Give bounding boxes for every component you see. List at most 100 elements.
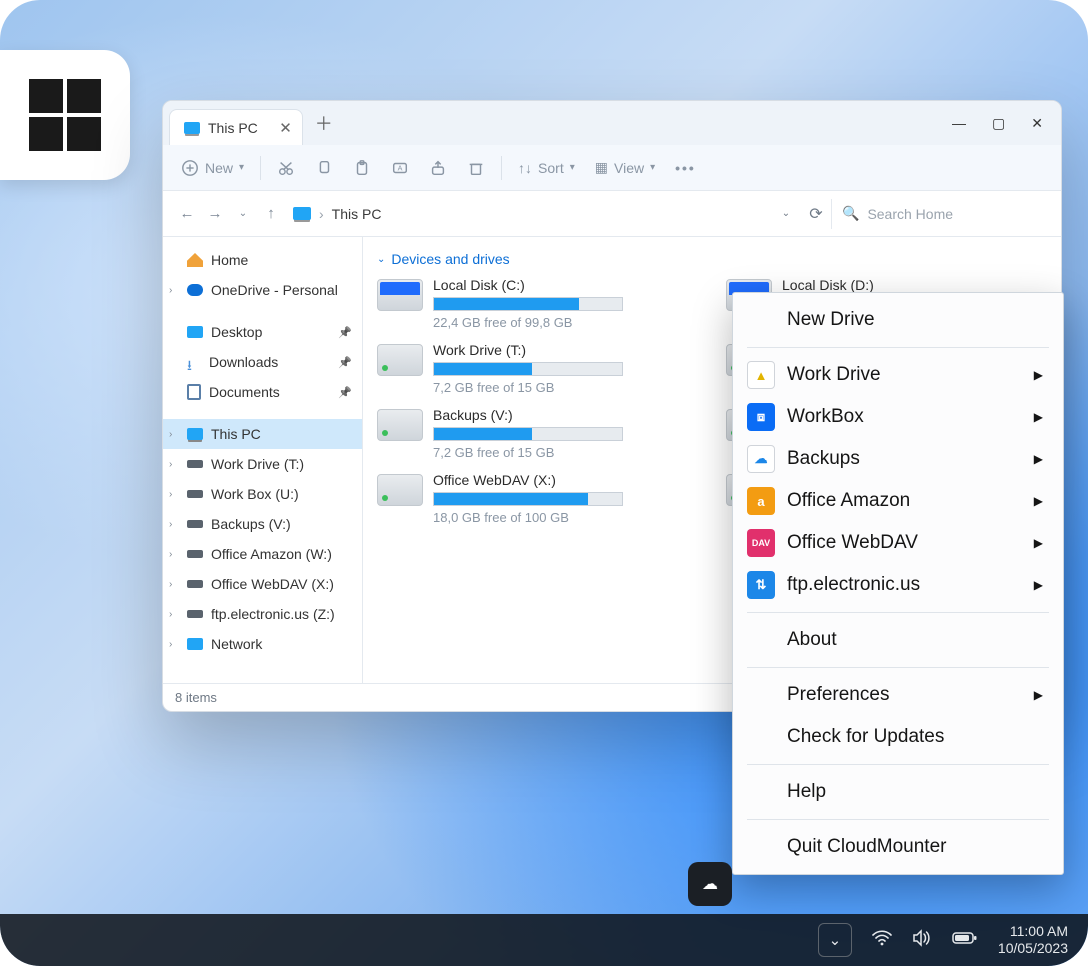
- close-button[interactable]: ✕: [1031, 115, 1043, 132]
- back-button[interactable]: ←: [173, 205, 201, 222]
- sidebar-item-ftp[interactable]: ›ftp.electronic.us (Z:): [163, 599, 362, 629]
- windows-logo-icon: [29, 79, 101, 151]
- tray-app-cloudmounter[interactable]: ☁: [688, 862, 732, 906]
- sidebar-item-documents[interactable]: Documents: [163, 377, 362, 407]
- menu-updates[interactable]: Check for Updates: [733, 716, 1063, 758]
- breadcrumb-sep: ›: [319, 206, 324, 222]
- drive-free-text: 7,2 GB free of 15 GB: [433, 445, 623, 460]
- sidebar-item-workbox[interactable]: ›Work Box (U:): [163, 479, 362, 509]
- up-button[interactable]: ↑: [257, 205, 285, 222]
- sidebar-item-webdav[interactable]: ›Office WebDAV (X:): [163, 569, 362, 599]
- group-header-devices[interactable]: ⌄ Devices and drives: [377, 251, 1047, 267]
- paste-button[interactable]: [343, 153, 381, 183]
- view-button[interactable]: ▦ View ▾: [585, 153, 665, 182]
- trash-icon: [467, 159, 485, 177]
- sidebar-item-label: This PC: [211, 426, 261, 442]
- rename-button[interactable]: A: [381, 153, 419, 183]
- sidebar-item-desktop[interactable]: Desktop: [163, 317, 362, 347]
- drive-icon: [187, 490, 203, 498]
- plus-circle-icon: [181, 159, 199, 177]
- share-button[interactable]: [419, 153, 457, 183]
- chevron-down-icon: ⌄: [829, 931, 842, 949]
- chevron-right-icon: ▶: [1034, 410, 1043, 424]
- refresh-button[interactable]: ⟳: [801, 204, 831, 224]
- copy-button[interactable]: [305, 153, 343, 183]
- menu-amazon[interactable]: aOffice Amazon▶: [733, 480, 1063, 522]
- sidebar-item-network[interactable]: ›Network: [163, 629, 362, 659]
- sidebar-item-label: ftp.electronic.us (Z:): [211, 606, 335, 622]
- sidebar-item-onedrive[interactable]: ›OneDrive - Personal: [163, 275, 362, 305]
- address-bar: ← → ⌄ ↑ › This PC ⌄ ⟳ 🔍 Search Home: [163, 191, 1061, 237]
- drive-item[interactable]: Work Drive (T:) 7,2 GB free of 15 GB: [377, 338, 698, 399]
- menu-ftp[interactable]: ⇅ftp.electronic.us▶: [733, 564, 1063, 606]
- clock-time: 11:00 AM: [998, 923, 1068, 940]
- drive-free-text: 7,2 GB free of 15 GB: [433, 380, 623, 395]
- drive-item[interactable]: Local Disk (C:)22,4 GB free of 99,8 GB: [377, 273, 698, 334]
- menu-webdav[interactable]: DAVOffice WebDAV▶: [733, 522, 1063, 564]
- recent-dropdown[interactable]: ⌄: [229, 208, 257, 219]
- close-tab-icon[interactable]: ✕: [279, 119, 292, 137]
- chevron-right-icon: ▶: [1034, 452, 1043, 466]
- menu-about[interactable]: About: [733, 619, 1063, 661]
- menu-backups[interactable]: ☁Backups▶: [733, 438, 1063, 480]
- sidebar-item-backups[interactable]: ›Backups (V:): [163, 509, 362, 539]
- sort-button[interactable]: ↑↓ Sort ▾: [508, 154, 585, 182]
- sidebar-item-workdrive[interactable]: ›Work Drive (T:): [163, 449, 362, 479]
- chevron-right-icon: ›: [169, 285, 172, 296]
- sidebar-item-label: Work Drive (T:): [211, 456, 304, 472]
- clipboard-icon: [353, 159, 371, 177]
- maximize-button[interactable]: ▢: [992, 115, 1005, 132]
- desktop-wallpaper: This PC ✕ ＋ — ▢ ✕ New ▾ A: [0, 0, 1088, 966]
- search-icon: 🔍: [842, 205, 859, 222]
- breadcrumb[interactable]: This PC: [332, 206, 382, 222]
- chevron-right-icon: ▶: [1034, 494, 1043, 508]
- sidebar-item-this-pc[interactable]: ›This PC: [163, 419, 362, 449]
- menu-quit[interactable]: Quit CloudMounter: [733, 826, 1063, 868]
- sidebar-item-home[interactable]: Home: [163, 245, 362, 275]
- chevron-down-icon: ▾: [239, 162, 244, 173]
- forward-button[interactable]: →: [201, 205, 229, 222]
- chevron-right-icon: ▶: [1034, 536, 1043, 550]
- menu-help[interactable]: Help: [733, 771, 1063, 813]
- usage-bar: [433, 427, 623, 441]
- sidebar-item-amazon[interactable]: ›Office Amazon (W:): [163, 539, 362, 569]
- more-button[interactable]: •••: [665, 154, 706, 182]
- tab-this-pc[interactable]: This PC ✕: [169, 109, 303, 145]
- drive-item[interactable]: Backups (V:)7,2 GB free of 15 GB: [377, 403, 698, 464]
- drive-item[interactable]: Office WebDAV (X:)18,0 GB free of 100 GB: [377, 468, 698, 529]
- drive-name: Local Disk (C:): [433, 277, 623, 293]
- network-icon: [187, 638, 203, 650]
- volume-icon[interactable]: [912, 929, 932, 951]
- delete-button[interactable]: [457, 153, 495, 183]
- menu-new-drive[interactable]: New Drive: [733, 299, 1063, 341]
- sidebar-item-label: Documents: [209, 384, 280, 400]
- minimize-button[interactable]: —: [952, 115, 966, 132]
- group-title: Devices and drives: [391, 251, 509, 267]
- drive-icon: [377, 279, 423, 311]
- search-input[interactable]: 🔍 Search Home: [831, 199, 1051, 229]
- clock[interactable]: 11:00 AM 10/05/2023: [998, 923, 1068, 957]
- chevron-right-icon: ›: [169, 639, 172, 650]
- sidebar-item-label: Desktop: [211, 324, 262, 340]
- cut-button[interactable]: [267, 153, 305, 183]
- address-dropdown[interactable]: ⌄: [771, 208, 801, 219]
- chevron-down-icon: ⌄: [377, 254, 385, 265]
- onedrive-icon: ☁: [747, 445, 775, 473]
- menu-preferences[interactable]: Preferences▶: [733, 674, 1063, 716]
- drive-name: Work Drive (T:): [433, 342, 623, 358]
- sidebar-item-downloads[interactable]: ⭳Downloads: [163, 347, 362, 377]
- tray-overflow-button[interactable]: ⌄: [818, 923, 852, 957]
- menu-item-label: Office Amazon: [787, 490, 910, 512]
- wifi-icon[interactable]: [872, 930, 892, 950]
- chevron-down-icon: ▾: [570, 162, 575, 173]
- menu-workbox[interactable]: ⧈WorkBox▶: [733, 396, 1063, 438]
- clock-date: 10/05/2023: [998, 940, 1068, 957]
- usage-bar: [433, 297, 623, 311]
- tray-context-menu: New Drive ▲Work Drive▶ ⧈WorkBox▶ ☁Backup…: [732, 292, 1064, 875]
- chevron-right-icon: ›: [169, 549, 172, 560]
- menu-item-label: Check for Updates: [787, 726, 944, 748]
- battery-icon[interactable]: [952, 931, 978, 949]
- new-tab-button[interactable]: ＋: [309, 110, 339, 136]
- new-button[interactable]: New ▾: [171, 153, 254, 183]
- menu-work-drive[interactable]: ▲Work Drive▶: [733, 354, 1063, 396]
